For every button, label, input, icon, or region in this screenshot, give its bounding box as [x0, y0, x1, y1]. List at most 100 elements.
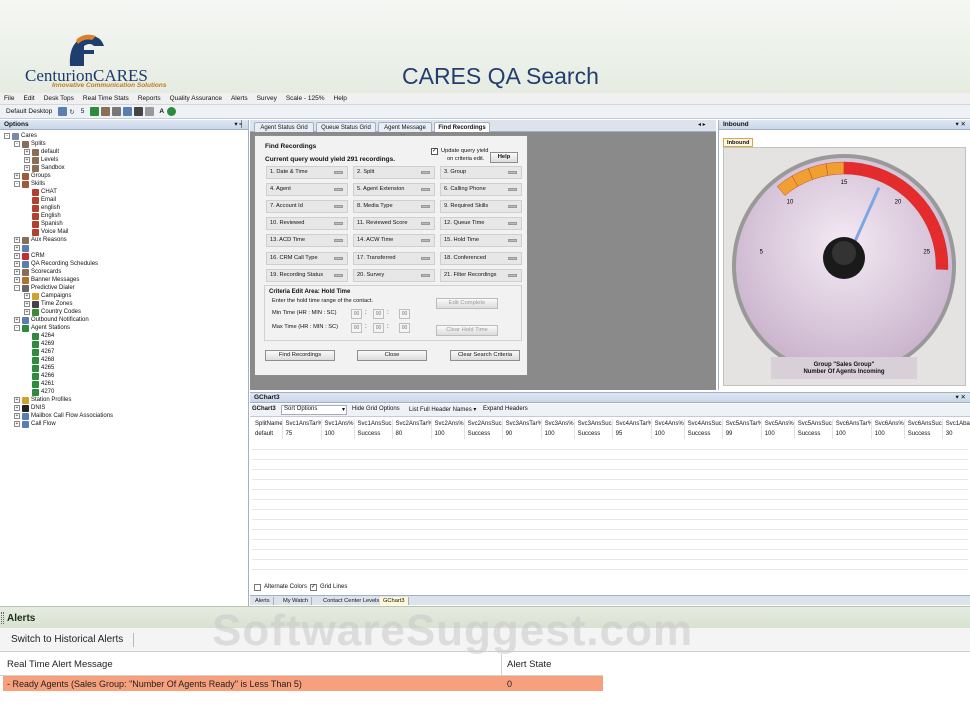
tree-item[interactable]: + Mailbox Call Flow Associations [14, 412, 113, 420]
switch-historical-alerts-button[interactable]: Switch to Historical Alerts [11, 634, 123, 645]
criteria-field[interactable]: 20. Survey [353, 268, 435, 282]
toggle-icon[interactable] [421, 239, 430, 243]
time-input[interactable]: 00 [399, 309, 410, 319]
tree-item[interactable]: - Agent Stations [14, 324, 70, 332]
grid-header-cell[interactable]: Svc2AnsSuc [464, 419, 503, 429]
menu-item-3[interactable]: Real Time Stats [83, 95, 129, 102]
criteria-field[interactable]: 13. ACD Time [266, 234, 348, 248]
criteria-field[interactable]: 3. Group [440, 166, 522, 179]
time-input[interactable]: 00 [399, 323, 410, 333]
grid-header-cell[interactable]: Svc5AnsSuc [794, 419, 833, 429]
expand-icon[interactable]: + [14, 405, 20, 411]
tree-item[interactable]: CHAT [24, 188, 57, 196]
tree-item[interactable]: + DNIS [14, 404, 45, 412]
menu-item-4[interactable]: Reports [138, 95, 161, 102]
close-button[interactable]: Close [357, 350, 427, 361]
expand-icon[interactable]: + [24, 301, 30, 307]
criteria-field[interactable]: 2. Split [353, 166, 435, 179]
grid-header-cell[interactable]: Svc4AnsSuc [684, 419, 723, 429]
grid-header-cell[interactable]: Svc3AnsSuc [574, 419, 613, 429]
tree-item[interactable]: + Campaigns [24, 292, 71, 300]
tree-item[interactable]: + Call Flow [14, 420, 56, 428]
criteria-field[interactable]: 17. Transferred [353, 251, 435, 265]
sort-options-select[interactable]: Sort Options [281, 405, 347, 415]
toggle-icon[interactable] [508, 273, 517, 277]
criteria-field[interactable]: 9. Required Skills [440, 200, 522, 214]
criteria-field[interactable]: 1. Date & Time [266, 166, 348, 179]
grid-header-cell[interactable]: Svc5AnsTar% [722, 419, 762, 429]
criteria-field[interactable]: 11. Reviewed Score [353, 217, 435, 231]
tree-item[interactable]: Voice Mail [24, 228, 68, 236]
grid-header-cell[interactable]: Svc6AnsSuc [904, 419, 943, 429]
clear-search-criteria-button[interactable]: Clear Search Criteria [450, 350, 520, 361]
criteria-field[interactable]: 15. Hold Time [440, 234, 522, 248]
toggle-icon[interactable] [421, 222, 430, 226]
expand-icon[interactable]: - [14, 141, 20, 147]
tree-item[interactable]: 4265 [24, 364, 54, 372]
grid-header-cell[interactable]: Svc4Ans% [651, 419, 685, 429]
expand-icon[interactable]: + [14, 269, 20, 275]
grid-header-cell[interactable]: Svc4AnsTar% [612, 419, 652, 429]
list-full-header-names-button[interactable]: List Full Header Names ▾ [409, 406, 476, 413]
tree-item[interactable]: + Sandbox [24, 164, 65, 172]
time-input[interactable]: 00 [373, 309, 384, 319]
toggle-icon[interactable] [421, 188, 430, 192]
tree-item[interactable]: + Outbound Notification [14, 316, 89, 324]
toggle-icon[interactable] [508, 188, 517, 192]
tree-item[interactable]: Spanish [24, 220, 63, 228]
toggle-icon[interactable] [508, 256, 517, 260]
tree-item[interactable]: + CRM [14, 252, 45, 260]
tab-1[interactable]: Queue Status Grid [316, 122, 376, 132]
tab-2[interactable]: Agent Message List [378, 122, 432, 141]
toggle-icon[interactable] [334, 222, 343, 226]
grid-header-cell[interactable]: Svc1AnsSuc [354, 419, 393, 429]
criteria-field[interactable]: 10. Reviewed [266, 217, 348, 231]
grid-header-cell[interactable]: Svc3Ans% [541, 419, 575, 429]
grip-icon[interactable] [1, 612, 4, 624]
tree-item[interactable]: English [24, 212, 61, 220]
refresh-icon[interactable]: ↻ [69, 108, 74, 116]
tree-item[interactable]: 4268 [24, 356, 54, 364]
tree-item[interactable]: 4267 [24, 348, 54, 356]
bottom-tab-0[interactable]: Alerts [252, 597, 274, 605]
toggle-icon[interactable] [508, 239, 517, 243]
criteria-field[interactable]: 19. Recording Status [266, 268, 348, 282]
toggle-icon[interactable] [334, 273, 343, 277]
menu-item-9[interactable]: Help [334, 95, 347, 102]
tree-item[interactable]: + QA Recording Schedules [14, 260, 98, 268]
expand-icon[interactable]: - [14, 181, 20, 187]
menu-item-1[interactable]: Edit [23, 95, 34, 102]
tree-item[interactable]: + Banner Messages [14, 276, 79, 284]
phone-icon[interactable] [90, 107, 100, 116]
bottom-tab-2[interactable]: Contact Center Levels [320, 597, 384, 605]
toggle-icon[interactable] [421, 273, 430, 277]
center-pin-icon[interactable]: ◂ ▸ [698, 121, 706, 128]
expand-icon[interactable]: + [14, 277, 20, 283]
expand-icon[interactable]: + [14, 253, 20, 259]
expand-icon[interactable]: + [14, 317, 20, 323]
help-icon[interactable] [167, 107, 177, 116]
bottom-tab-3[interactable]: GChart3 [380, 597, 409, 605]
pin-icon[interactable]: ▾ ╡ [234, 120, 244, 130]
tree-item[interactable]: 4261 [24, 380, 54, 388]
grid-header-cell[interactable]: Svc2AnsTar% [392, 419, 432, 429]
tree-item[interactable]: + Levels [24, 156, 58, 164]
toggle-icon[interactable] [508, 205, 517, 209]
tree-item[interactable]: 4266 [24, 372, 54, 380]
calendar-icon[interactable] [123, 107, 133, 116]
criteria-field[interactable]: 14. ACW Time [353, 234, 435, 248]
expand-icon[interactable]: - [14, 285, 20, 291]
tree-item[interactable]: + Scorecards [14, 268, 61, 276]
inbound-tab[interactable]: Inbound [723, 138, 754, 147]
criteria-field[interactable]: 8. Media Type [353, 200, 435, 214]
criteria-field[interactable]: 12. Queue Time [440, 217, 522, 231]
tree-item[interactable]: Email [24, 196, 56, 204]
grid-header-cell[interactable]: Svc1AbanT [942, 419, 970, 429]
tree-item[interactable]: - Cares [4, 132, 37, 140]
toggle-icon[interactable] [508, 222, 517, 226]
grid-header-cell[interactable]: Svc5Ans% [761, 419, 795, 429]
alert-message-col[interactable]: Real Time Alert Message [7, 659, 113, 670]
tree-item[interactable]: - Splits [14, 140, 46, 148]
tree-item[interactable]: + default [24, 148, 59, 156]
tree-item[interactable]: 4264 [24, 332, 54, 340]
